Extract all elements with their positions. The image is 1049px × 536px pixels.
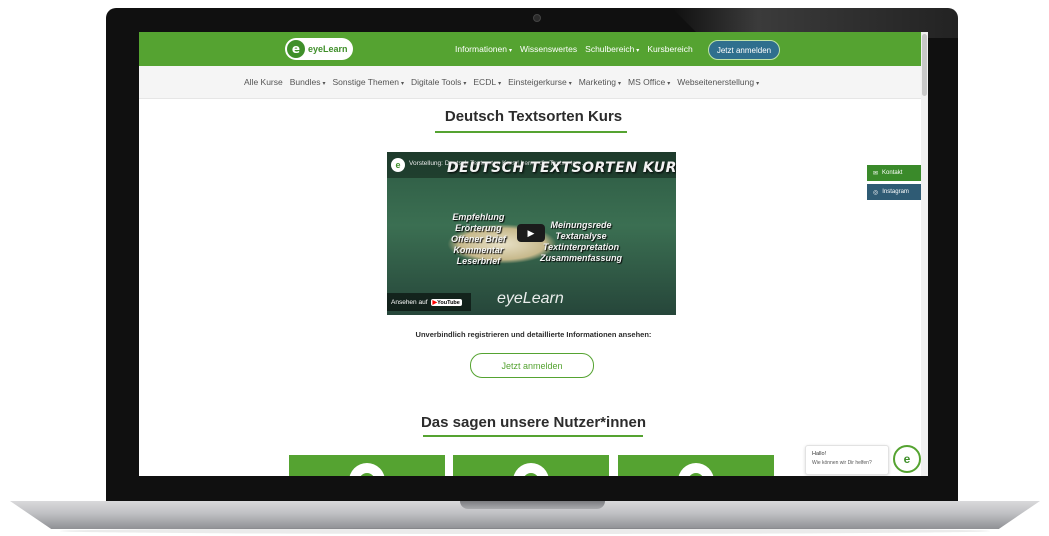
youtube-label: YouTube xyxy=(437,299,460,306)
chevron-down-icon: ▾ xyxy=(400,81,404,87)
instagram-label: Instagram xyxy=(882,189,909,195)
category-item[interactable]: Alle Kurse xyxy=(244,77,283,87)
chevron-down-icon: ▾ xyxy=(322,81,326,87)
category-item[interactable]: MS Office ▾ xyxy=(628,77,670,87)
chevron-down-icon: ▾ xyxy=(498,81,502,87)
instagram-side-button[interactable]: ◎ Instagram xyxy=(867,184,921,200)
chat-message: Wie können wir Dir helfen? xyxy=(812,460,872,466)
nav-item-label: Kursbereich xyxy=(647,44,693,54)
category-item-label: Einsteigerkurse xyxy=(508,77,567,87)
instagram-icon: ◎ xyxy=(873,189,879,196)
user-avatar-icon xyxy=(513,463,549,476)
text-types-right: Meinungsrede Textanalyse Textinterpretatio… xyxy=(540,220,622,264)
category-item-label: Alle Kurse xyxy=(244,77,283,87)
browser-screen: e eyeLearn Informationen ▾ Wissenswertes … xyxy=(139,32,928,476)
nav-item-kursbereich[interactable]: Kursbereich xyxy=(647,44,692,54)
user-avatar-icon xyxy=(349,463,385,476)
scrollbar[interactable] xyxy=(921,32,928,476)
category-item-label: Sonstige Themen xyxy=(332,77,399,87)
category-item[interactable]: Bundles ▾ xyxy=(290,77,326,87)
channel-avatar[interactable]: e xyxy=(391,158,405,172)
youtube-logo-icon: ▶YouTube xyxy=(430,298,462,306)
avatar-mark xyxy=(688,473,704,476)
category-item[interactable]: Digitale Tools ▾ xyxy=(411,77,466,87)
top-navigation-bar: e eyeLearn Informationen ▾ Wissenswertes … xyxy=(139,32,928,66)
contact-label: Kontakt xyxy=(882,170,903,176)
category-item-label: ECDL xyxy=(473,77,497,87)
avatar-mark xyxy=(359,473,375,476)
chat-launcher-icon[interactable]: e xyxy=(893,445,921,473)
category-item-label: MS Office xyxy=(628,77,666,87)
video-player[interactable]: e Vorstellung: Deutsch Textsorten Kurs |… xyxy=(387,152,676,315)
laptop-opening-notch xyxy=(460,501,605,509)
nav-item-label: Wissenswertes xyxy=(520,44,578,54)
chevron-down-icon: ▾ xyxy=(508,48,512,54)
text-type-label: Empfehlung xyxy=(452,212,505,222)
text-type-label: Textanalyse xyxy=(555,231,607,241)
category-nav: Alle Kurse Bundles ▾ Sonstige Themen ▾ Digita… xyxy=(244,66,759,98)
signup-button[interactable]: Jetzt anmelden xyxy=(470,353,594,378)
category-item-label: Bundles xyxy=(289,77,321,87)
nav-item-wissenswertes[interactable]: Wissenswertes xyxy=(520,44,577,54)
play-icon: ▶ xyxy=(527,227,535,238)
chevron-down-icon: ▾ xyxy=(636,48,640,54)
chat-greeting: Hallo! xyxy=(812,451,827,457)
mail-icon: ✉ xyxy=(873,170,879,177)
testimonial-card xyxy=(453,455,609,476)
category-item[interactable]: Webseitenerstellung ▾ xyxy=(677,77,759,87)
laptop-shadow xyxy=(60,528,990,534)
category-item-label: Digitale Tools xyxy=(410,77,462,87)
signup-button-header[interactable]: Jetzt anmelden xyxy=(708,40,780,60)
text-type-label: Offener Brief xyxy=(451,234,506,244)
testimonials-title: Das sagen unsere Nutzer*innen xyxy=(420,414,647,431)
chevron-down-icon: ▾ xyxy=(463,81,467,87)
category-item[interactable]: Sonstige Themen ▾ xyxy=(332,77,403,87)
video-headline: DEUTSCH TEXTSORTEN KURS xyxy=(447,160,676,176)
video-brand-watermark: eyeLearn xyxy=(497,290,564,307)
text-types-left: Empfehlung Erörterung Offener Brief Komment… xyxy=(451,212,506,267)
user-avatar-icon xyxy=(678,463,714,476)
main-nav: Informationen ▾ Wissenswertes Schulbereic… xyxy=(455,32,693,66)
watch-on-youtube-link[interactable]: Ansehen auf ▶YouTube xyxy=(387,293,471,311)
chevron-down-icon: ▾ xyxy=(667,81,671,87)
avatar-mark xyxy=(523,473,539,476)
testimonials-underline xyxy=(423,435,643,437)
text-type-label: Meinungsrede xyxy=(550,220,612,230)
play-button[interactable]: ▶ xyxy=(517,224,545,242)
category-item[interactable]: ECDL ▾ xyxy=(473,77,501,87)
register-prompt: Unverbindlich registrieren und detaillie… xyxy=(415,330,652,339)
nav-item-label: Informationen xyxy=(455,44,507,54)
category-bar: Alle Kurse Bundles ▾ Sonstige Themen ▾ Digita… xyxy=(139,66,928,99)
chevron-down-icon: ▾ xyxy=(756,81,760,87)
webcam xyxy=(533,14,541,22)
nav-item-schulbereich[interactable]: Schulbereich ▾ xyxy=(585,44,639,54)
text-type-label: Zusammenfassung xyxy=(540,253,623,263)
nav-item-informationen[interactable]: Informationen ▾ xyxy=(455,44,512,54)
chevron-down-icon: ▾ xyxy=(568,81,572,87)
text-type-label: Erörterung xyxy=(455,223,502,233)
title-underline xyxy=(435,131,627,133)
site-logo[interactable]: e eyeLearn xyxy=(285,38,353,60)
chevron-down-icon: ▾ xyxy=(618,81,622,87)
category-item-label: Marketing xyxy=(578,77,617,87)
category-item[interactable]: Einsteigerkurse ▾ xyxy=(508,77,572,87)
logo-text: eyeLearn xyxy=(308,44,348,54)
testimonial-card xyxy=(618,455,774,476)
watch-on-label: Ansehen auf xyxy=(391,298,428,306)
category-item-label: Webseitenerstellung xyxy=(677,77,755,87)
nav-item-label: Schulbereich xyxy=(585,44,635,54)
logo-mark-icon: e xyxy=(287,40,305,58)
chat-bubble[interactable]: Hallo! Wie können wir Dir helfen? xyxy=(805,445,889,475)
text-type-label: Textinterpretation xyxy=(542,242,620,252)
text-type-label: Leserbrief xyxy=(456,256,501,266)
contact-side-button[interactable]: ✉ Kontakt xyxy=(867,165,921,181)
scroll-thumb[interactable] xyxy=(922,34,927,96)
testimonial-card xyxy=(289,455,445,476)
text-type-label: Kommentar xyxy=(453,245,504,255)
page-title: Deutsch Textsorten Kurs xyxy=(444,108,623,125)
category-item[interactable]: Marketing ▾ xyxy=(579,77,621,87)
